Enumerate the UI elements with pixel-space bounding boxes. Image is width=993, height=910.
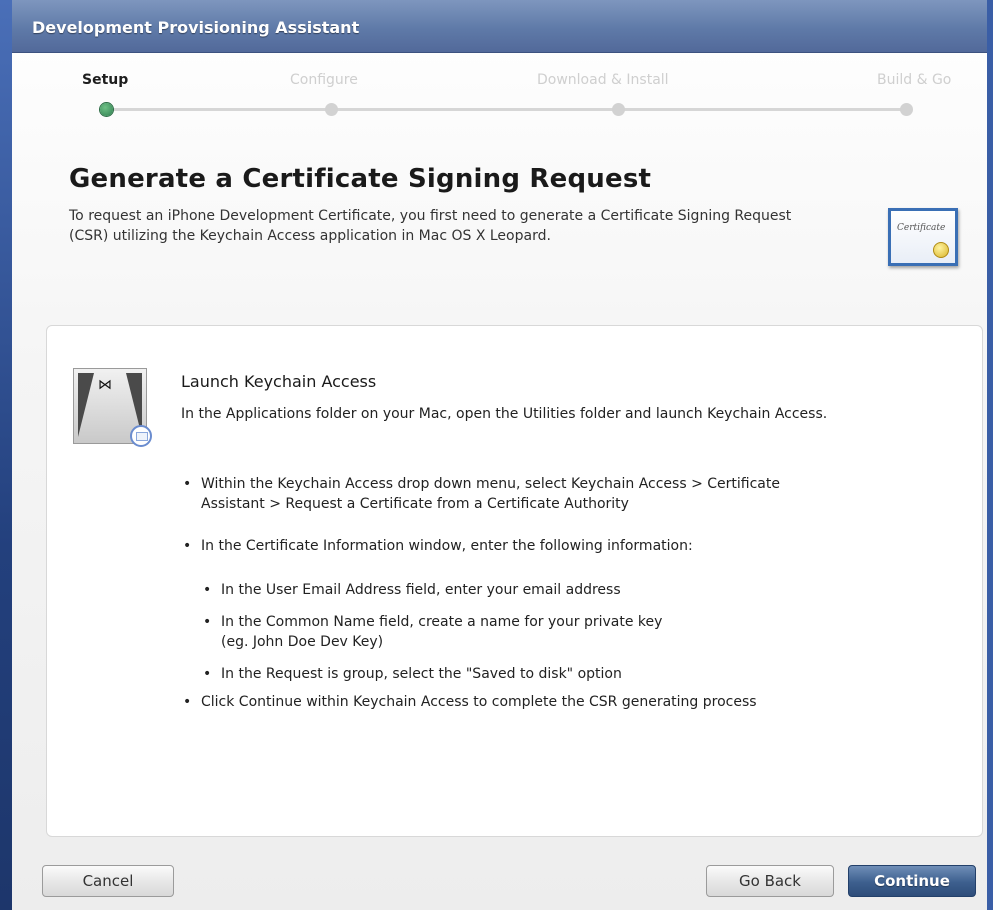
step-label: Setup bbox=[82, 72, 129, 88]
window-titlebar[interactable]: Development Provisioning Assistant bbox=[12, 0, 987, 53]
progress-steps: Setup Configure Download & Install Build… bbox=[12, 52, 987, 142]
bullet-icon: • bbox=[203, 666, 212, 682]
list-item-text: (eg. John Doe Dev Key) bbox=[221, 634, 384, 650]
steps-track bbox=[107, 108, 907, 111]
list-item-text: In the User Email Address field, enter y… bbox=[221, 582, 621, 598]
bullet-icon: • bbox=[183, 476, 192, 492]
bullet-icon: • bbox=[183, 538, 192, 554]
step-configure: Configure bbox=[290, 72, 358, 88]
step-dot-download-install bbox=[612, 103, 625, 116]
certificate-icon: Certificate bbox=[888, 208, 958, 266]
certificate-icon-text: Certificate bbox=[897, 223, 946, 233]
step-download-install: Download & Install bbox=[537, 72, 669, 88]
bullet-icon: • bbox=[203, 582, 212, 598]
step-dot-setup bbox=[100, 103, 113, 116]
seal-icon bbox=[933, 242, 949, 258]
step-dot-build-go bbox=[900, 103, 913, 116]
instructions-panel: ⋈ Launch Keychain Access In the Applicat… bbox=[46, 325, 983, 837]
window-title: Development Provisioning Assistant bbox=[32, 18, 360, 37]
step-label: Build & Go bbox=[877, 72, 952, 88]
lapel-left-icon bbox=[78, 373, 94, 437]
instruction-title: Launch Keychain Access bbox=[181, 372, 377, 391]
keychain-access-icon: ⋈ bbox=[73, 368, 152, 447]
list-item-text: In the Request is group, select the "Sav… bbox=[221, 666, 622, 682]
step-label: Download & Install bbox=[537, 72, 669, 88]
bullet-icon: • bbox=[183, 694, 192, 710]
list-item-text: Within the Keychain Access drop down men… bbox=[201, 476, 780, 492]
list-item-text: Click Continue within Keychain Access to… bbox=[201, 694, 757, 710]
app-badge-icon bbox=[130, 425, 152, 447]
desktop-background-right bbox=[987, 0, 993, 910]
instruction-description: In the Applications folder on your Mac, … bbox=[181, 406, 828, 422]
list-item-text: Assistant > Request a Certificate from a… bbox=[201, 496, 629, 512]
page-description: To request an iPhone Development Certifi… bbox=[69, 208, 792, 244]
list-item-text: In the Certificate Information window, e… bbox=[201, 538, 693, 554]
bullet-icon: • bbox=[203, 614, 212, 630]
go-back-button[interactable]: Go Back bbox=[706, 865, 834, 897]
step-build-go: Build & Go bbox=[877, 72, 951, 88]
step-dot-configure bbox=[325, 103, 338, 116]
assistant-window: Development Provisioning Assistant Setup… bbox=[12, 0, 987, 910]
desktop-background bbox=[0, 0, 12, 910]
list-item-text: In the Common Name field, create a name … bbox=[221, 614, 663, 630]
page-title: Generate a Certificate Signing Request bbox=[69, 164, 652, 194]
step-setup: Setup bbox=[82, 72, 128, 88]
continue-button[interactable]: Continue bbox=[848, 865, 976, 897]
cancel-button[interactable]: Cancel bbox=[42, 865, 174, 897]
step-label: Configure bbox=[290, 72, 358, 88]
bowtie-icon: ⋈ bbox=[98, 377, 112, 393]
